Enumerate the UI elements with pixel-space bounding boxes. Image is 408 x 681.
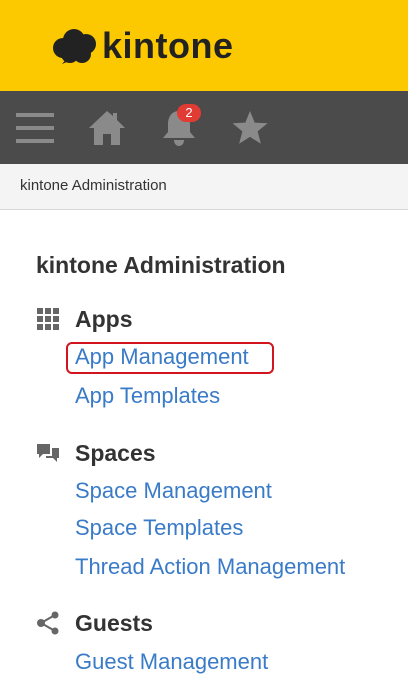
section-title-guests: Guests: [75, 610, 153, 636]
grid-icon: [37, 308, 59, 330]
page-title: kintone Administration: [36, 252, 286, 278]
app-management-link[interactable]: App Management: [75, 344, 249, 370]
speech-bubbles-icon: [37, 444, 59, 462]
app-header: kintone: [0, 0, 408, 91]
favorites-button[interactable]: [227, 91, 273, 164]
breadcrumb-current: kintone Administration: [20, 177, 167, 194]
section-title-spaces: Spaces: [75, 440, 156, 466]
menu-button[interactable]: [12, 91, 58, 164]
space-management-link[interactable]: Space Management: [75, 478, 272, 504]
notifications-button[interactable]: [156, 91, 202, 164]
guest-management-link[interactable]: Guest Management: [75, 649, 268, 675]
space-templates-link[interactable]: Space Templates: [75, 515, 243, 541]
section-title-apps: Apps: [75, 306, 133, 332]
cloud-logo-icon: [53, 29, 96, 64]
hamburger-menu-icon: [16, 112, 54, 143]
share-nodes-icon: [37, 611, 59, 635]
star-icon: [232, 110, 268, 144]
admin-menu: kintone Administration Apps App Manageme…: [0, 210, 408, 681]
global-navigation: [0, 91, 408, 164]
kintone-logo[interactable]: kintone: [50, 24, 234, 68]
breadcrumb: kintone Administration: [0, 164, 408, 210]
app-templates-link[interactable]: App Templates: [75, 383, 220, 409]
home-icon: [89, 110, 125, 145]
home-button[interactable]: [84, 91, 130, 164]
notification-count-badge: 2: [177, 104, 201, 122]
thread-action-management-link[interactable]: Thread Action Management: [75, 554, 345, 580]
brand-name: kintone: [102, 25, 234, 66]
